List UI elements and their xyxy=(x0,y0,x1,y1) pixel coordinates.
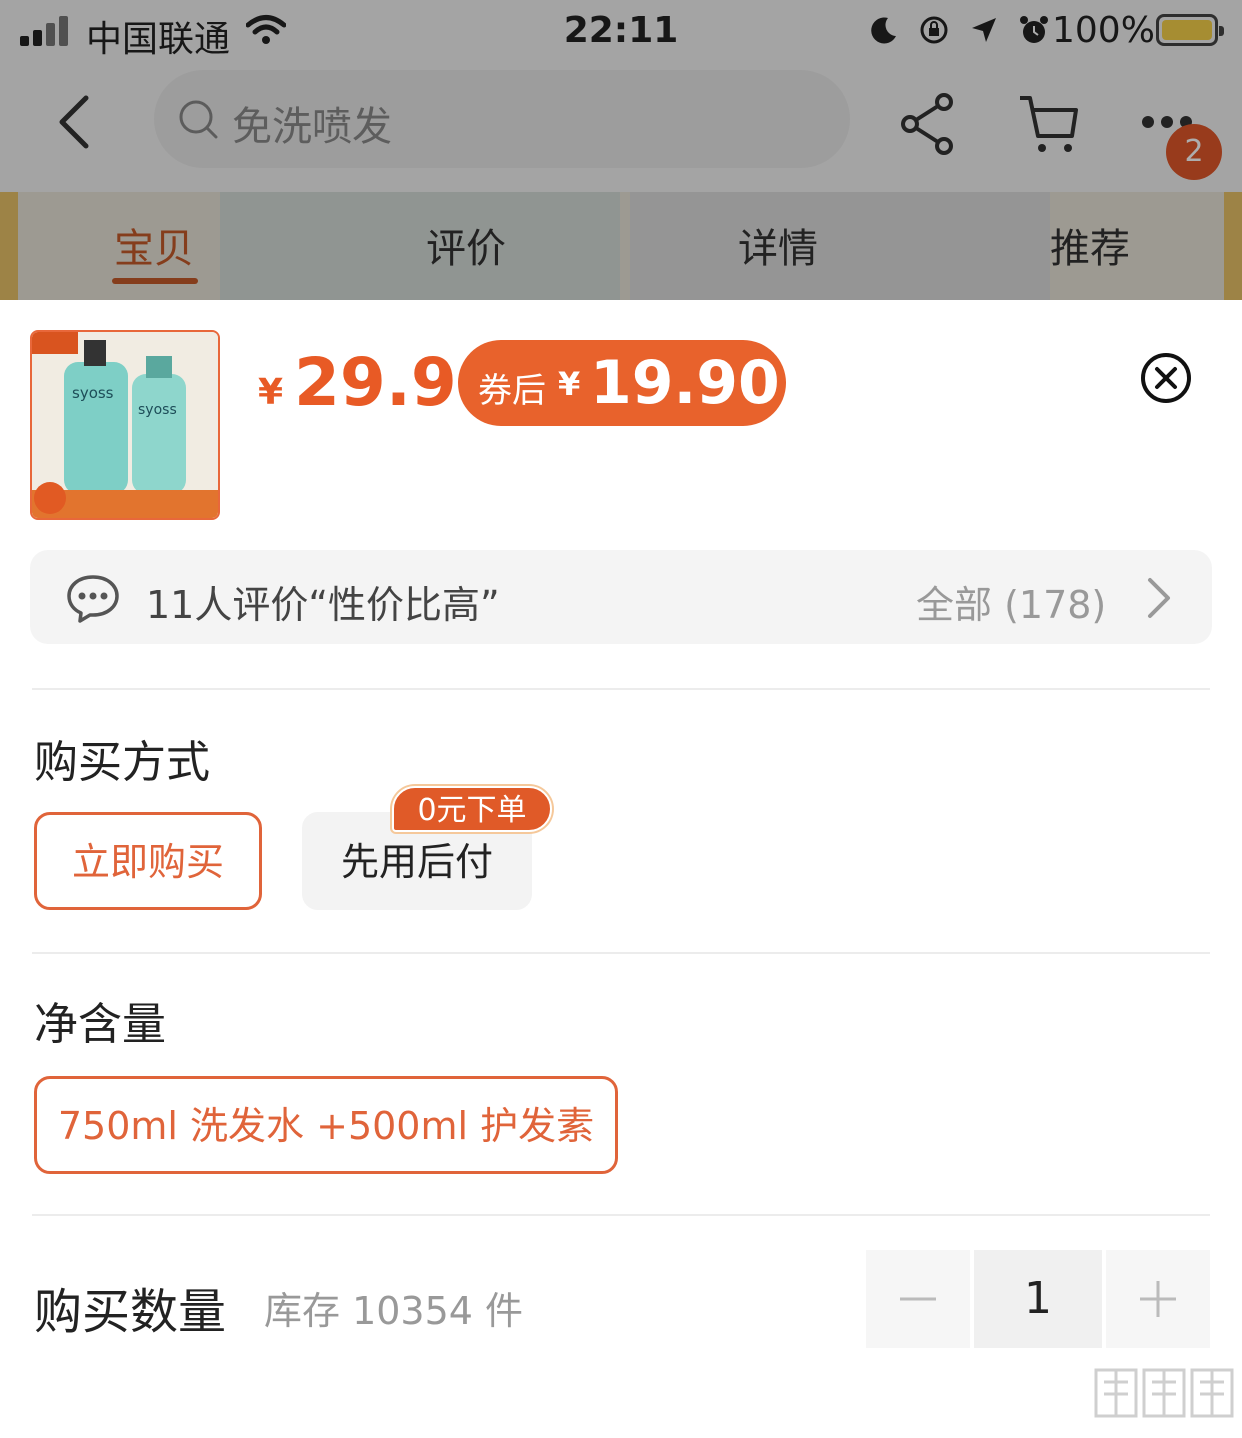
quantity-stepper: 1 xyxy=(866,1250,1210,1348)
purchase-method-title: 购买方式 xyxy=(34,737,210,788)
original-price: 29.9 xyxy=(294,344,457,421)
svg-text:syoss: syoss xyxy=(138,402,177,418)
chat-bubble-icon xyxy=(67,575,119,623)
dim-overlay[interactable] xyxy=(0,0,1242,300)
stock-count: 库存 10354 件 xyxy=(264,1289,524,1333)
all-reviews-link[interactable]: 全部 (178) xyxy=(916,574,1106,629)
background-product-page: 中国联通 22:11 100% 免洗喷发 2 宝贝 评价 详情 推荐 xyxy=(0,0,1242,300)
decrement-button[interactable] xyxy=(866,1250,970,1348)
coupon-price: 19.90 xyxy=(590,348,780,418)
close-icon[interactable] xyxy=(1140,352,1192,404)
net-content-title: 净含量 xyxy=(34,999,166,1050)
plus-icon xyxy=(1140,1281,1176,1317)
chevron-right-icon xyxy=(1148,578,1170,618)
pay-later-tag: 0元下单 xyxy=(392,786,552,832)
coupon-label: 券后 xyxy=(478,371,546,411)
increment-button[interactable] xyxy=(1106,1250,1210,1348)
section-divider xyxy=(32,1214,1210,1216)
sku-selection-sheet: syoss syoss ¥ 29.9 券后 ¥ 19.90 11人评价“性价比高… xyxy=(0,300,1242,1438)
review-summary-text: 11人评价“性价比高” xyxy=(146,583,500,627)
product-bottles-image: syoss syoss xyxy=(32,332,218,518)
watermark-logo xyxy=(1094,1368,1234,1418)
quantity-title: 购买数量 xyxy=(34,1284,227,1340)
brand-logo-text: syoss xyxy=(72,384,114,402)
minus-icon xyxy=(900,1297,936,1301)
coupon-currency: ¥ xyxy=(558,365,581,403)
net-content-option[interactable]: 750ml 洗发水 +500ml 护发素 xyxy=(34,1076,618,1174)
section-divider xyxy=(32,952,1210,954)
product-thumbnail: syoss syoss xyxy=(30,330,220,520)
quantity-value[interactable]: 1 xyxy=(974,1250,1102,1348)
section-divider xyxy=(32,688,1210,690)
buy-now-option[interactable]: 立即购买 xyxy=(34,812,262,910)
review-summary-row[interactable]: 11人评价“性价比高” 全部 (178) xyxy=(30,550,1212,644)
price-currency: ¥ xyxy=(258,372,284,413)
coupon-price-badge: 券后 ¥ 19.90 xyxy=(458,340,786,426)
